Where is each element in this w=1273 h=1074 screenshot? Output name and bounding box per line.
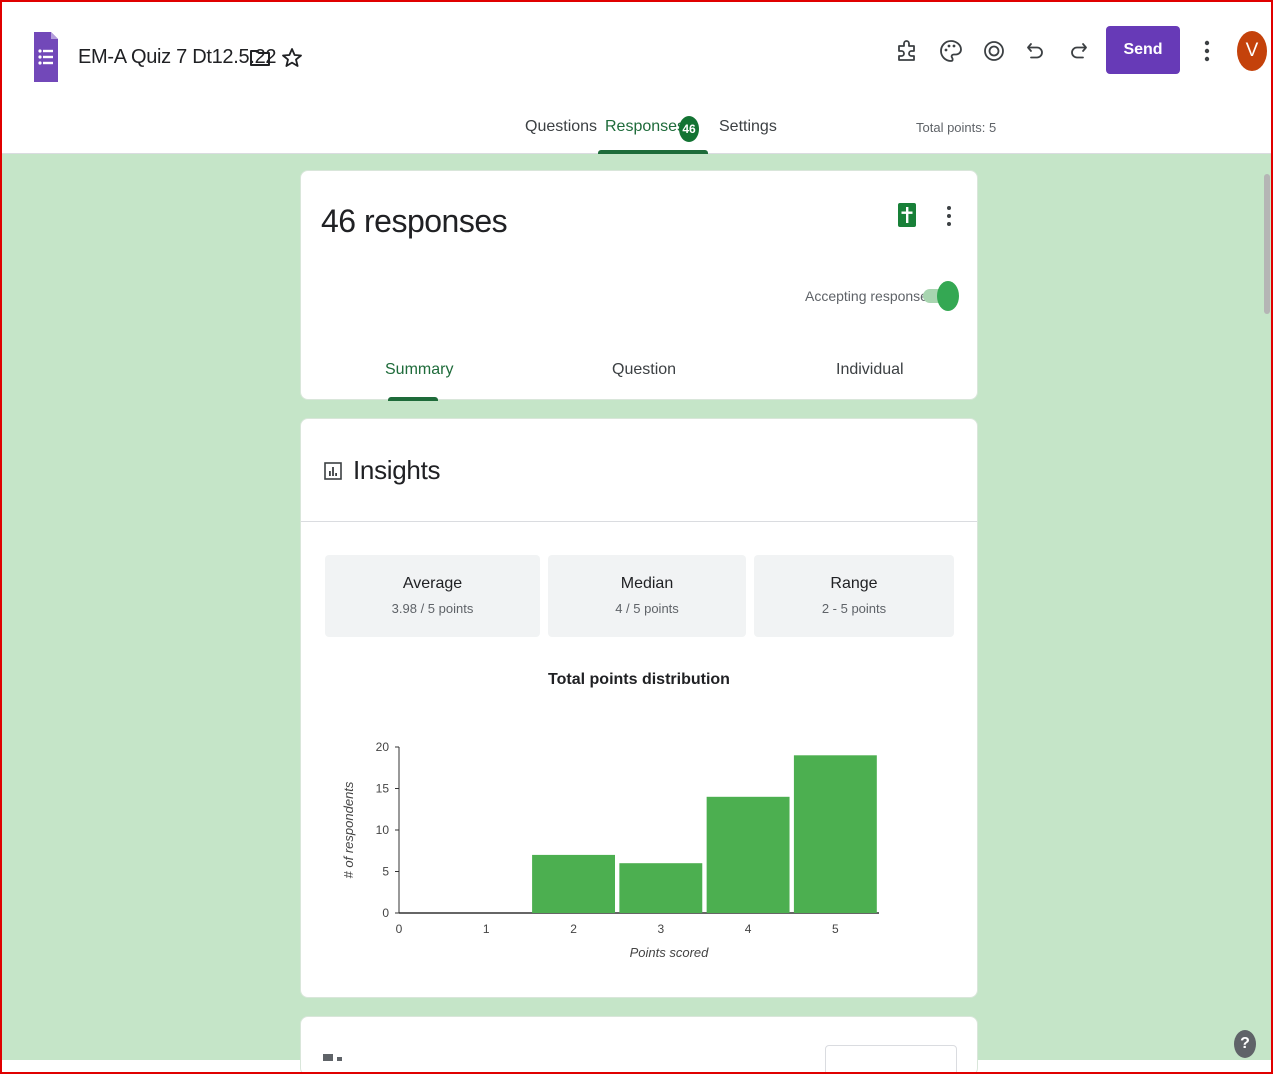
responses-canvas: 46 responses Accepting responses Summary… <box>2 154 1271 1074</box>
addon-icon[interactable] <box>894 38 920 64</box>
avatar[interactable]: V <box>1237 31 1267 71</box>
stat-label: Average <box>402 575 463 592</box>
stat-label: Range <box>830 575 878 592</box>
more-vert-icon[interactable] <box>1198 38 1216 64</box>
y-tick-label: 0 <box>382 906 389 920</box>
stat-value: 2 - 5 points <box>821 601 887 616</box>
star-icon[interactable] <box>280 46 304 70</box>
x-tick-label: 3 <box>657 922 664 936</box>
page-scrollbar[interactable] <box>1262 154 1271 1060</box>
x-axis-label: Points scored <box>630 945 710 960</box>
bar-points-3 <box>619 863 703 913</box>
x-tick-label: 0 <box>396 922 403 936</box>
insights-title: Insights <box>353 455 441 485</box>
insights-divider <box>301 521 977 522</box>
responses-more-icon[interactable] <box>941 203 957 229</box>
accepting-responses-toggle[interactable] <box>923 281 959 311</box>
responses-count-badge: 46 <box>679 116 699 142</box>
insights-chart-icon <box>324 462 342 480</box>
next-section-card <box>300 1016 978 1074</box>
subtab-individual[interactable]: Individual <box>836 361 904 379</box>
send-button[interactable]: Send <box>1106 26 1180 74</box>
subtab-summary[interactable]: Summary <box>385 361 453 379</box>
subtab-question[interactable]: Question <box>612 361 676 379</box>
sheets-link-icon[interactable] <box>897 201 917 229</box>
points-distribution-chart: 0 5 10 15 20 0 1 2 3 4 5 Points scored # of responde… <box>341 740 879 960</box>
bar-points-4 <box>706 796 790 913</box>
help-icon[interactable]: ? <box>1234 1030 1256 1058</box>
active-subtab-indicator <box>388 397 438 401</box>
responses-summary-card: 46 responses Accepting responses Summary… <box>300 170 978 401</box>
chart-title: Total points distribution <box>548 671 730 688</box>
y-tick-label: 5 <box>382 865 389 879</box>
stat-value: 4 / 5 points <box>615 601 679 616</box>
total-points-label: Total points: 5 <box>916 120 997 135</box>
toggle-knob <box>937 281 959 311</box>
tab-questions[interactable]: Questions <box>525 118 597 136</box>
insights-card: Insights Average 3.98 / 5 points Median … <box>300 418 978 998</box>
form-title[interactable]: EM-A Quiz 7 Dt12.5.22 <box>78 46 277 69</box>
y-tick-label: 15 <box>376 782 390 796</box>
x-tick-label: 2 <box>570 922 577 936</box>
stat-value: 3.98 / 5 points <box>391 601 474 616</box>
palette-icon[interactable] <box>938 38 964 64</box>
responses-count-title: 46 responses <box>321 203 508 239</box>
accepting-responses-label: Accepting responses <box>805 288 935 304</box>
forms-logo-icon[interactable] <box>32 30 60 84</box>
redo-icon[interactable] <box>1065 38 1091 64</box>
stat-range: Range 2 - 5 points <box>754 555 954 637</box>
y-tick-label: 10 <box>376 823 390 837</box>
bar-points-2 <box>532 854 615 913</box>
y-tick-label: 20 <box>376 740 390 754</box>
x-tick-label: 1 <box>483 922 490 936</box>
scrollbar-thumb[interactable] <box>1264 174 1270 314</box>
tab-settings[interactable]: Settings <box>719 118 777 136</box>
y-axis-label: # of respondents <box>341 781 356 878</box>
undo-icon[interactable] <box>1023 38 1049 64</box>
folder-icon[interactable] <box>248 46 272 70</box>
app-header: EM-A Quiz 7 Dt12.5.22 Send V Questions R… <box>2 2 1271 154</box>
section-icon <box>323 1054 342 1061</box>
stat-median: Median 4 / 5 points <box>548 555 746 637</box>
next-section-control[interactable] <box>825 1045 957 1074</box>
stat-average: Average 3.98 / 5 points <box>325 555 540 637</box>
tab-responses[interactable]: Responses <box>605 118 685 136</box>
x-tick-label: 5 <box>832 922 839 936</box>
bar-points-5 <box>793 755 877 913</box>
x-tick-label: 4 <box>745 922 752 936</box>
preview-icon[interactable] <box>981 38 1007 64</box>
stat-label: Median <box>620 575 674 592</box>
